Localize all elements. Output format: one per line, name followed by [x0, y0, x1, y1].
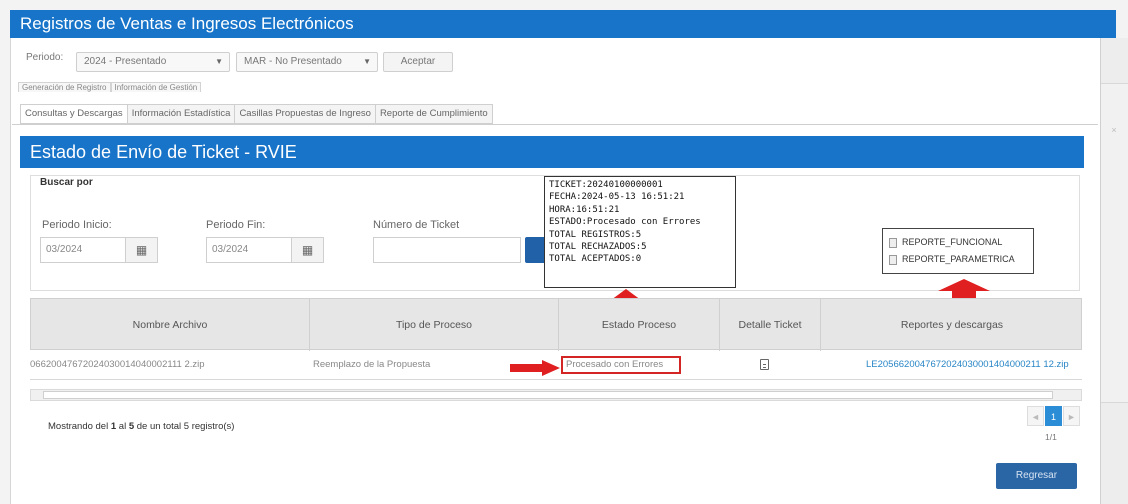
scrollbar-thumb[interactable]: [43, 391, 1053, 399]
chevron-down-icon: ▼: [363, 57, 371, 66]
ticket-line: ESTADO:Procesado con Errores: [549, 217, 701, 228]
document-icon: [889, 237, 897, 248]
side-close-icon[interactable]: ×: [1102, 125, 1126, 139]
col-tipo-proceso[interactable]: Tipo de Proceso: [310, 299, 559, 351]
tab-divider: [12, 124, 1098, 125]
cell-archivo: 06620047672024030014040002111 2.zip: [30, 359, 205, 370]
periodo-fin-label: Periodo Fin:: [206, 219, 266, 231]
top-tabs: Generación de Registro Información de Ges…: [18, 82, 202, 94]
ticket-line: TOTAL ACEPTADOS:0: [549, 254, 642, 265]
app-title: Registros de Ventas e Ingresos Electróni…: [10, 10, 1116, 38]
tab-casillas[interactable]: Casillas Propuestas de Ingreso: [234, 104, 376, 124]
tab-cumplimiento[interactable]: Reporte de Cumplimiento: [374, 104, 493, 124]
reports-popup: REPORTE_FUNCIONAL REPORTE_PARAMETRICA: [882, 228, 1034, 274]
back-button[interactable]: Regresar: [996, 463, 1077, 489]
col-nombre-archivo[interactable]: Nombre Archivo: [31, 299, 310, 351]
cell-tipo: Reemplazo de la Propuesta: [313, 359, 431, 370]
table-horizontal-scrollbar[interactable]: [30, 389, 1082, 401]
calendar-icon[interactable]: ▦: [126, 237, 158, 263]
calendar-icon[interactable]: ▦: [292, 237, 324, 263]
tab-gestion[interactable]: Información de Gestión: [110, 82, 202, 92]
periodo-inicio-input[interactable]: 03/2024: [40, 237, 126, 263]
section-title: Estado de Envío de Ticket - RVIE: [20, 136, 1084, 168]
page-1-button[interactable]: 1: [1045, 406, 1062, 426]
results-table: Nombre Archivo Tipo de Proceso Estado Pr…: [30, 298, 1082, 382]
year-select-value: 2024 - Presentado: [84, 56, 167, 67]
report-item-parametrica[interactable]: REPORTE_PARAMETRICA: [889, 251, 1027, 268]
detalle-ticket-button[interactable]: [760, 350, 780, 380]
periodo-fin-input[interactable]: 03/2024: [206, 237, 292, 263]
periodo-inicio-label: Periodo Inicio:: [42, 219, 112, 231]
sub-tabs: Consultas y Descargas Información Estadís…: [20, 104, 493, 124]
chevron-down-icon: ▼: [215, 57, 223, 66]
ticket-line: HORA:16:51:21: [549, 204, 620, 215]
search-legend: Buscar por: [38, 177, 95, 188]
summary-mid: al: [116, 421, 129, 432]
ticket-line: FECHA:2024-05-13 16:51:21: [549, 192, 685, 203]
tab-consultas[interactable]: Consultas y Descargas: [20, 104, 128, 124]
status-badge: Procesado con Errores: [561, 356, 681, 374]
tab-estadistica[interactable]: Información Estadística: [126, 104, 236, 124]
report-item-funcional[interactable]: REPORTE_FUNCIONAL: [889, 234, 1027, 251]
document-icon: [889, 254, 897, 265]
ticket-detail-popup: TICKET:20240100000001 FECHA:2024-05-13 1…: [544, 176, 736, 288]
ticket-line: TOTAL RECHAZADOS:5: [549, 242, 647, 253]
month-select[interactable]: MAR - No Presentado ▼: [236, 52, 378, 72]
page-info: 1/1: [1045, 432, 1057, 442]
accept-button[interactable]: Aceptar: [383, 52, 453, 72]
col-estado-proceso[interactable]: Estado Proceso: [559, 299, 720, 351]
table-row: 06620047672024030014040002111 2.zip Reem…: [30, 350, 1082, 380]
ticket-line: TOTAL REGISTROS:5: [549, 229, 642, 240]
report-label: REPORTE_PARAMETRICA: [902, 254, 1015, 264]
search-button[interactable]: [525, 237, 545, 263]
ticket-label: Número de Ticket: [373, 219, 460, 231]
report-download-link[interactable]: LE2056620047672024030001404000211 12.zip: [866, 350, 1082, 380]
prev-page-button[interactable]: ◄: [1027, 406, 1044, 426]
summary-prefix: Mostrando del: [48, 421, 111, 432]
year-select[interactable]: 2024 - Presentado ▼: [76, 52, 230, 72]
side-scroll-panel: ×: [1100, 38, 1128, 504]
next-page-button[interactable]: ►: [1063, 406, 1080, 426]
ticket-line: TICKET:20240100000001: [549, 180, 663, 190]
tab-generacion[interactable]: Generación de Registro: [18, 82, 111, 92]
col-reportes[interactable]: Reportes y descargas: [821, 299, 1083, 351]
col-detalle-ticket[interactable]: Detalle Ticket: [720, 299, 821, 351]
ticket-input[interactable]: [373, 237, 521, 263]
document-icon: [760, 358, 769, 370]
app-window: Registros de Ventas e Ingresos Electróni…: [0, 0, 1128, 504]
records-summary: Mostrando del 1 al 5 de un total 5 regis…: [48, 421, 234, 432]
summary-total: de un total 5 registro(s): [134, 421, 235, 432]
table-header: Nombre Archivo Tipo de Proceso Estado Pr…: [30, 298, 1083, 351]
month-select-value: MAR - No Presentado: [244, 56, 342, 67]
periodo-label: Periodo:: [26, 52, 64, 63]
report-label: REPORTE_FUNCIONAL: [902, 237, 1003, 247]
